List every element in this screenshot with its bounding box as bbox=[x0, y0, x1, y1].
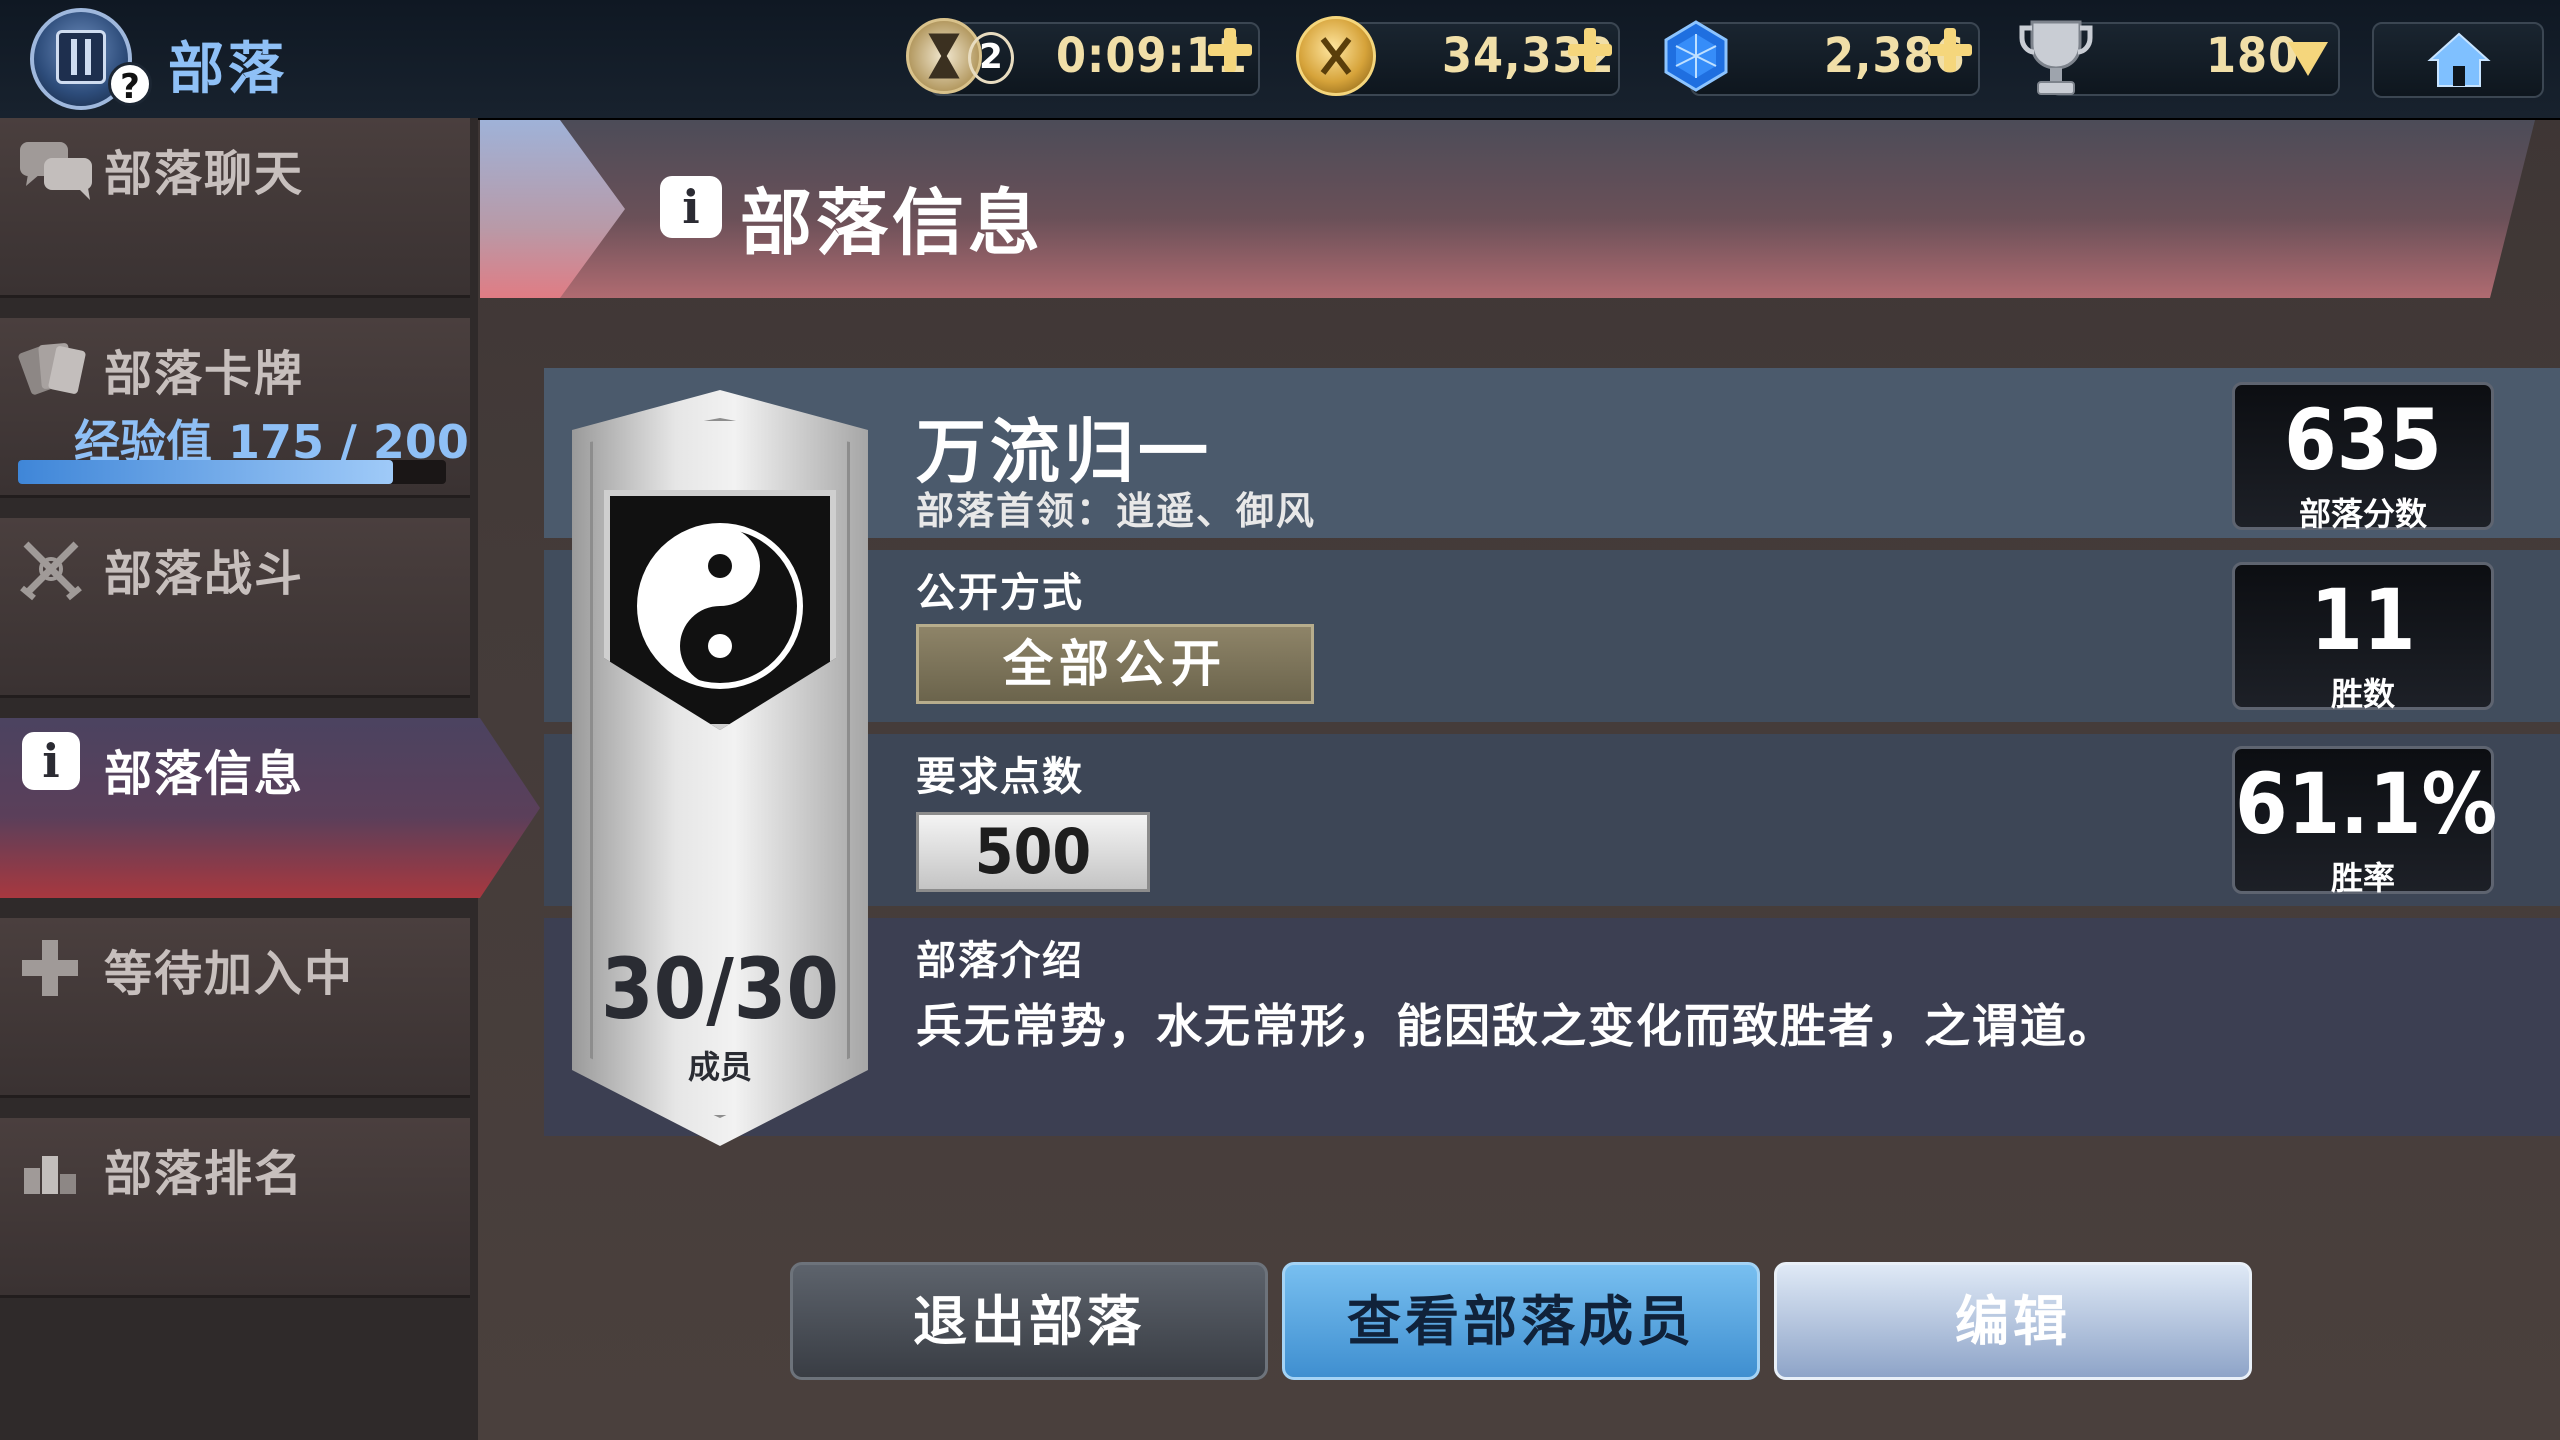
sidebar-item-battle[interactable]: 部落战斗 bbox=[0, 518, 470, 698]
wins-value: 11 bbox=[2310, 571, 2416, 669]
sidebar-item-ranking[interactable]: 部落排名 bbox=[0, 1118, 470, 1298]
yin-yang-icon bbox=[634, 520, 806, 692]
chevron-down-icon[interactable] bbox=[2286, 40, 2330, 82]
exp-progress-fill bbox=[18, 460, 393, 484]
clan-score-box: 635 部落分数 bbox=[2232, 382, 2494, 533]
sidebar-item-label: 部落聊天 bbox=[104, 146, 305, 202]
privacy-value: 全部公开 bbox=[916, 624, 1314, 704]
home-button[interactable] bbox=[2372, 22, 2544, 98]
required-points-label: 要求点数 bbox=[916, 754, 1084, 800]
top-title: 部落 bbox=[168, 37, 288, 102]
sidebar-item-chat[interactable]: 部落聊天 bbox=[0, 118, 470, 298]
view-members-button[interactable]: 查看部落成员 bbox=[1282, 1262, 1760, 1380]
info-icon: i bbox=[22, 732, 80, 790]
member-count-label: 成员 bbox=[687, 1048, 752, 1086]
top-bar: ? 部落 2 0:09:11 34,332 2,386 180 bbox=[0, 0, 2560, 120]
chat-icon bbox=[18, 138, 92, 200]
sidebar-item-pending[interactable]: 等待加入中 bbox=[0, 918, 470, 1098]
help-badge-icon[interactable]: ? bbox=[108, 62, 152, 107]
sidebar-item-label: 部落信息 bbox=[104, 746, 305, 802]
timer-count: 2 bbox=[968, 32, 1014, 84]
quit-clan-button[interactable]: 退出部落 bbox=[790, 1262, 1268, 1380]
sidebar-item-info[interactable]: i 部落信息 bbox=[0, 718, 540, 898]
edit-button[interactable]: 编辑 bbox=[1774, 1262, 2252, 1380]
timer-plus-icon[interactable] bbox=[1206, 26, 1254, 74]
header-info-icon: i bbox=[660, 176, 722, 238]
coin-icon bbox=[1296, 16, 1376, 96]
plus-icon bbox=[18, 938, 82, 998]
clan-score-value: 635 bbox=[2284, 391, 2442, 489]
winrate-value: 61.1% bbox=[2235, 755, 2498, 853]
wins-label: 胜数 bbox=[2330, 675, 2395, 713]
exp-progress-bar bbox=[18, 460, 446, 484]
clan-description: 兵无常势，水无常形，能因敌之变化而致胜者，之谓道。 bbox=[916, 999, 2116, 1053]
sidebar-item-cards[interactable]: 部落卡牌 经验值 175 / 200 bbox=[0, 318, 470, 498]
ranking-icon bbox=[18, 1138, 82, 1198]
clan-leader: 部落首领：逍遥、御风 bbox=[916, 489, 1317, 533]
sidebar-item-label: 等待加入中 bbox=[104, 946, 355, 1002]
sidebar-item-label: 部落卡牌 bbox=[104, 346, 305, 402]
wins-box: 11 胜数 bbox=[2232, 562, 2494, 713]
gem-icon bbox=[1656, 16, 1736, 96]
clan-score-label: 部落分数 bbox=[2298, 495, 2427, 533]
description-label: 部落介绍 bbox=[916, 938, 1084, 984]
cards-icon bbox=[18, 338, 86, 398]
sidebar-item-label: 部落战斗 bbox=[104, 546, 305, 602]
required-points-value: 500 bbox=[916, 812, 1150, 892]
gem-plus-icon[interactable] bbox=[1926, 26, 1974, 74]
page-title: 部落信息 bbox=[740, 181, 1045, 265]
member-count: 30/30 bbox=[601, 940, 839, 1038]
winrate-box: 61.1% 胜率 bbox=[2232, 746, 2498, 897]
privacy-label: 公开方式 bbox=[916, 570, 1084, 616]
crossed-swords-icon bbox=[18, 538, 82, 601]
winrate-label: 胜率 bbox=[2330, 859, 2395, 897]
sidebar-item-label: 部落排名 bbox=[104, 1146, 305, 1202]
trophy-icon bbox=[2016, 14, 2096, 95]
gold-plus-icon[interactable] bbox=[1566, 26, 1614, 74]
home-icon bbox=[2426, 30, 2492, 94]
